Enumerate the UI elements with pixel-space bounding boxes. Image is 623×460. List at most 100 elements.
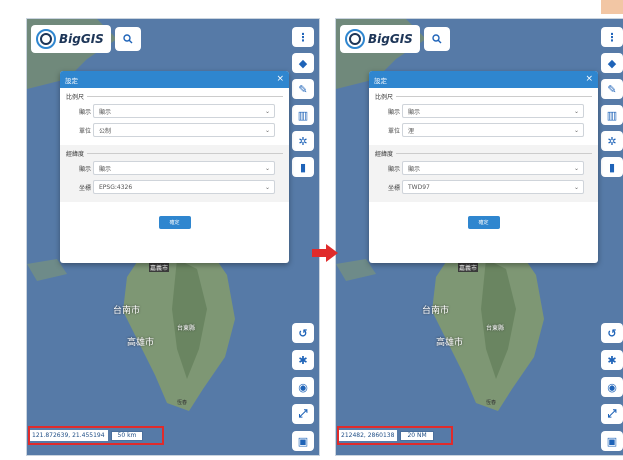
chevron-down-icon: ⌄ bbox=[264, 164, 270, 172]
close-icon[interactable]: × bbox=[585, 75, 593, 84]
trash-icon: ▮ bbox=[299, 160, 307, 174]
tool-column-top: ⋮ ◆ ✎ ▥ ✲ ▮ bbox=[292, 27, 314, 183]
transition-arrow-icon bbox=[312, 244, 338, 262]
settings-button[interactable]: ✲ bbox=[292, 131, 314, 151]
highlight-box-before bbox=[28, 426, 164, 445]
map-tools-icon: ✎ bbox=[298, 82, 308, 96]
tool-column-bottom: ↺ ✱ ◉ ⤢ ▣ bbox=[601, 323, 623, 455]
scale-unit-select[interactable]: 浬 ⌄ bbox=[402, 123, 584, 137]
settings-dialog: 設定 × 比例尺 顯示 顯示 ⌄ 單位 公制 ⌄ 經緯度 顯示 顯示 ⌄ 坐標 EPS… bbox=[60, 71, 289, 263]
coord-system-label: 坐標 bbox=[79, 184, 92, 192]
lock-button[interactable]: ▣ bbox=[292, 431, 314, 451]
chevron-down-icon: ⌄ bbox=[264, 107, 270, 115]
more-menu-button[interactable]: ⋮ bbox=[601, 27, 623, 47]
coord-display-row: 顯示 顯示 ⌄ bbox=[388, 161, 592, 175]
refresh-button[interactable]: ↺ bbox=[292, 323, 314, 343]
coord-system-label: 坐標 bbox=[388, 184, 401, 192]
chevron-down-icon: ⌄ bbox=[573, 164, 579, 172]
tools-button[interactable]: ✱ bbox=[292, 350, 314, 370]
map-icon: ▥ bbox=[297, 108, 309, 122]
scale-unit-row: 單位 公制 ⌄ bbox=[79, 123, 283, 137]
more-menu-button[interactable]: ⋮ bbox=[292, 27, 314, 47]
scale-display-select[interactable]: 顯示 ⌄ bbox=[402, 104, 584, 118]
map-icon: ▥ bbox=[606, 108, 618, 122]
locate-button[interactable]: ◉ bbox=[292, 377, 314, 397]
map-label-kaohsiung: 高雄市 bbox=[127, 338, 155, 348]
dialog-title: 設定 bbox=[374, 76, 387, 85]
refresh-button[interactable]: ↺ bbox=[601, 323, 623, 343]
confirm-button[interactable]: 確定 bbox=[158, 216, 191, 229]
coord-system-select[interactable]: EPSG:4326 ⌄ bbox=[93, 180, 275, 194]
scale-display-row: 顯示 顯示 ⌄ bbox=[388, 104, 592, 118]
coord-system-select[interactable]: TWD97 ⌄ bbox=[402, 180, 584, 194]
scale-section-title: 比例尺 bbox=[375, 94, 394, 101]
close-icon[interactable]: × bbox=[276, 75, 284, 84]
search-button[interactable] bbox=[424, 27, 450, 51]
scale-section-title: 比例尺 bbox=[66, 94, 85, 101]
basemap-button[interactable]: ▥ bbox=[601, 105, 623, 125]
fullscreen-button[interactable]: ⤢ bbox=[601, 404, 623, 424]
chevron-down-icon: ⌄ bbox=[573, 126, 579, 134]
layers-icon: ◆ bbox=[607, 56, 617, 70]
layers-button[interactable]: ◆ bbox=[601, 53, 623, 73]
scale-unit-label: 單位 bbox=[388, 127, 401, 135]
refresh-icon: ↺ bbox=[298, 326, 308, 340]
tool-column-top: ⋮ ◆ ✎ ▥ ✲ ▮ bbox=[601, 27, 623, 183]
dialog-header: 設定 × bbox=[369, 71, 598, 88]
chevron-down-icon: ⌄ bbox=[264, 183, 270, 191]
settings-dialog: 設定 × 比例尺 顯示 顯示 ⌄ 單位 浬 ⌄ 經緯度 顯示 顯示 ⌄ 坐標 TWD9… bbox=[369, 71, 598, 263]
scale-section: 比例尺 顯示 顯示 ⌄ 單位 浬 ⌄ bbox=[369, 88, 598, 145]
basemap-button[interactable]: ▥ bbox=[292, 105, 314, 125]
lock-icon: ▣ bbox=[297, 434, 309, 448]
biggis-logo-icon bbox=[35, 28, 57, 50]
map-label-hengchun: 恆春 bbox=[177, 400, 188, 406]
scale-display-select[interactable]: 顯示 ⌄ bbox=[93, 104, 275, 118]
settings-button[interactable]: ✲ bbox=[601, 131, 623, 151]
map-label-tainan: 台南市 bbox=[422, 306, 450, 316]
coord-display-label: 顯示 bbox=[388, 165, 401, 173]
coord-system-row: 坐標 EPSG:4326 ⌄ bbox=[79, 180, 283, 194]
highlight-box-after bbox=[337, 426, 453, 445]
map-tools-button[interactable]: ✎ bbox=[601, 79, 623, 99]
dialog-title: 設定 bbox=[65, 76, 78, 85]
gear-icon: ✲ bbox=[607, 134, 617, 148]
trash-icon: ▮ bbox=[608, 160, 616, 174]
map-tools-icon: ✎ bbox=[607, 82, 617, 96]
coord-section: 經緯度 顯示 顯示 ⌄ 坐標 EPSG:4326 ⌄ bbox=[60, 145, 289, 202]
logo-text: BigGIS bbox=[59, 32, 104, 46]
delete-button[interactable]: ▮ bbox=[292, 157, 314, 177]
coord-display-select[interactable]: 顯示 ⌄ bbox=[93, 161, 275, 175]
layers-button[interactable]: ◆ bbox=[292, 53, 314, 73]
coord-system-row: 坐標 TWD97 ⌄ bbox=[388, 180, 592, 194]
coord-display-select[interactable]: 顯示 ⌄ bbox=[402, 161, 584, 175]
delete-button[interactable]: ▮ bbox=[601, 157, 623, 177]
layers-icon: ◆ bbox=[298, 56, 308, 70]
more-vertical-icon: ⋮ bbox=[606, 30, 618, 44]
scale-unit-select[interactable]: 公制 ⌄ bbox=[93, 123, 275, 137]
page-corner-decoration bbox=[601, 0, 623, 14]
fullscreen-icon: ⤢ bbox=[607, 407, 617, 420]
map-label-taitung: 台東縣 bbox=[177, 325, 196, 332]
map-label-kaohsiung: 高雄市 bbox=[436, 338, 464, 348]
fullscreen-button[interactable]: ⤢ bbox=[292, 404, 314, 424]
coord-section: 經緯度 顯示 顯示 ⌄ 坐標 TWD97 ⌄ bbox=[369, 145, 598, 202]
scale-display-label: 顯示 bbox=[388, 108, 401, 116]
biggis-logo-icon bbox=[344, 28, 366, 50]
search-button[interactable] bbox=[115, 27, 141, 51]
search-icon bbox=[123, 34, 133, 44]
locate-icon: ◉ bbox=[298, 380, 308, 394]
more-vertical-icon: ⋮ bbox=[297, 30, 309, 44]
coord-display-row: 顯示 顯示 ⌄ bbox=[79, 161, 283, 175]
scale-display-label: 顯示 bbox=[79, 108, 92, 116]
locate-button[interactable]: ◉ bbox=[601, 377, 623, 397]
coord-display-label: 顯示 bbox=[79, 165, 92, 173]
tools-button[interactable]: ✱ bbox=[601, 350, 623, 370]
lock-button[interactable]: ▣ bbox=[601, 431, 623, 451]
chevron-down-icon: ⌄ bbox=[573, 107, 579, 115]
map-tools-button[interactable]: ✎ bbox=[292, 79, 314, 99]
chevron-down-icon: ⌄ bbox=[573, 183, 579, 191]
chevron-down-icon: ⌄ bbox=[264, 126, 270, 134]
tool-column-bottom: ↺ ✱ ◉ ⤢ ▣ bbox=[292, 323, 314, 455]
screenshot-before: 嘉義市 台南市 高雄市 台東縣 恆春 BigGIS ⋮ ◆ ✎ ▥ ✲ ▮ ↺ … bbox=[26, 18, 320, 456]
confirm-button[interactable]: 確定 bbox=[467, 216, 500, 229]
